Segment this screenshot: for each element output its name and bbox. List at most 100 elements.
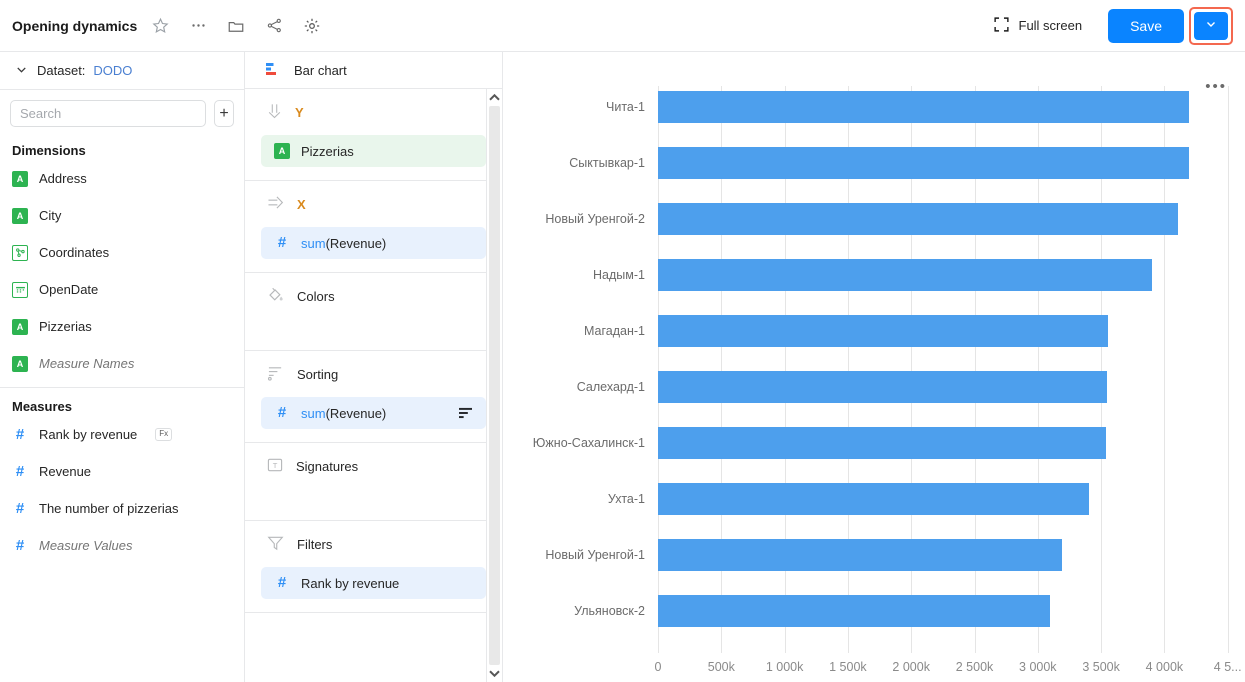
add-field-button[interactable]: + — [214, 100, 234, 127]
save-dropdown-button[interactable] — [1194, 11, 1228, 40]
section-title: Y — [295, 104, 304, 120]
number-field-icon: # — [277, 234, 287, 251]
y-axis-label: Новый Уренгой-2 — [545, 212, 645, 226]
sort-desc-icon[interactable] — [458, 407, 473, 420]
fullscreen-button[interactable]: Full screen — [983, 10, 1093, 42]
section-title: X — [297, 196, 306, 212]
bar[interactable] — [658, 427, 1107, 459]
field-label: Coordinates — [39, 245, 110, 260]
x-axis-tick-label: 4 5... — [1213, 660, 1242, 674]
x-axis-tick-label: 3 500k — [1082, 660, 1120, 674]
section-title: Signatures — [296, 458, 359, 474]
dataset-name[interactable]: DODO — [93, 63, 132, 78]
measure-item-rank-by-revenue[interactable]: # Rank by revenue Fx — [0, 416, 244, 453]
bar[interactable] — [658, 147, 1190, 179]
more-horizontal-icon[interactable] — [183, 11, 213, 41]
number-field-icon: # — [15, 462, 25, 480]
y-axis-label: Надым-1 — [593, 268, 645, 282]
section-signatures[interactable]: T Signatures — [245, 443, 502, 521]
measure-item-revenue[interactable]: # Revenue — [0, 453, 244, 490]
arrow-right-icon — [267, 195, 284, 213]
section-colors-header: Colors — [245, 285, 502, 307]
field-label: OpenDate — [39, 282, 99, 297]
bar-chart-icon — [265, 61, 281, 80]
x-axis-tick-label: 0 — [654, 660, 662, 674]
dimension-item-address[interactable]: A Address — [0, 160, 244, 197]
pill-label: Rank by revenue — [301, 575, 400, 591]
chart-type-selector[interactable]: Bar chart — [245, 52, 502, 89]
bar[interactable] — [658, 595, 1050, 627]
bar-chart-plot: Чита-1 Сыктывкар-1 Новый Уренгой-2 Надым-1 М… — [503, 52, 1245, 682]
number-field-icon: # — [15, 499, 25, 517]
fullscreen-label: Full screen — [1018, 18, 1083, 33]
chevron-down-icon — [14, 62, 29, 80]
dimension-item-city[interactable]: A City — [0, 197, 244, 234]
y-axis-label: Магадан-1 — [583, 324, 645, 338]
save-button[interactable]: Save — [1108, 8, 1184, 43]
folder-icon[interactable] — [221, 11, 251, 41]
bar[interactable] — [658, 203, 1179, 235]
dataset-sidebar: Dataset: DODO + Dimensions A Address A C… — [0, 52, 245, 682]
measures-heading: Measures — [12, 399, 72, 414]
dimension-item-coordinates[interactable]: Coordinates — [0, 234, 244, 271]
bar[interactable] — [658, 371, 1108, 403]
pill-label: (Revenue) — [325, 405, 387, 421]
y-axis-label: Южно-Сахалинск-1 — [532, 436, 645, 450]
chart-type-label: Bar chart — [294, 62, 347, 78]
field-pill-pizzerias[interactable]: A Pizzerias — [261, 135, 486, 167]
dimension-item-opendate[interactable]: OpenDate — [0, 271, 244, 308]
y-axis-label: Салехард-1 — [576, 380, 645, 394]
text-field-icon: A — [12, 318, 28, 335]
sort-icon — [267, 365, 284, 384]
bar[interactable] — [658, 91, 1190, 123]
scroll-up-icon[interactable] — [488, 89, 501, 106]
number-field-icon: # — [277, 574, 287, 591]
bar[interactable] — [658, 315, 1109, 347]
y-axis-label: Ульяновск-2 — [574, 604, 645, 618]
text-label-icon: T — [267, 457, 283, 476]
star-icon[interactable] — [145, 11, 175, 41]
search-input[interactable] — [10, 100, 206, 127]
bar[interactable] — [658, 483, 1090, 515]
measure-item-measure-values[interactable]: # Measure Values — [0, 527, 244, 564]
measure-item-number-of-pizzerias[interactable]: # The number of pizzerias — [0, 490, 244, 527]
field-pill-rank-by-revenue-filter[interactable]: # Rank by revenue — [261, 567, 486, 599]
scroll-down-icon[interactable] — [488, 665, 501, 682]
dataset-label: Dataset: — [37, 63, 86, 78]
dataset-selector[interactable]: Dataset: DODO — [0, 52, 244, 90]
dimension-item-pizzerias[interactable]: A Pizzerias — [0, 308, 244, 345]
save-dropdown-highlight — [1189, 6, 1233, 45]
measures-list: # Rank by revenue Fx # Revenue # The num… — [0, 416, 244, 564]
section-y-header: Y — [245, 101, 502, 123]
field-pill-sum-revenue-x[interactable]: # sum(Revenue) — [261, 227, 486, 259]
y-axis-label: Новый Уренгой-1 — [545, 548, 645, 562]
dimensions-list: A Address A City Coordinates OpenDate A … — [0, 160, 244, 382]
share-icon[interactable] — [259, 11, 289, 41]
section-sorting: Sorting # sum(Revenue) — [245, 351, 502, 443]
top-toolbar: Opening dynamics Full screen Save — [0, 0, 1245, 52]
section-filters-header: Filters — [245, 533, 502, 555]
gear-icon[interactable] — [297, 11, 327, 41]
bar[interactable] — [658, 539, 1062, 571]
scrollbar-thumb[interactable] — [489, 106, 500, 665]
pill-aggregation: sum — [301, 235, 326, 251]
pill-label: (Revenue) — [325, 235, 387, 251]
section-colors[interactable]: Colors — [245, 273, 502, 351]
settings-scroll-container: Y A Pizzerias X # sum(Revenue) Colors So… — [245, 89, 502, 682]
x-axis-tick-label: 4 000k — [1145, 660, 1184, 674]
settings-scrollbar[interactable] — [486, 89, 502, 682]
section-title: Sorting — [297, 366, 339, 382]
dimension-item-measure-names[interactable]: A Measure Names — [0, 345, 244, 382]
geo-field-icon — [12, 244, 28, 261]
topbar-right-group: Full screen Save — [983, 6, 1245, 45]
section-x-header: X — [245, 193, 502, 215]
section-x: X # sum(Revenue) — [245, 181, 502, 273]
number-field-icon: # — [277, 404, 287, 421]
section-title: Filters — [297, 536, 333, 552]
section-signatures-header: T Signatures — [245, 455, 502, 477]
x-axis-tick-label: 3 000k — [1019, 660, 1057, 674]
field-pill-sum-revenue-sorting[interactable]: # sum(Revenue) — [261, 397, 486, 429]
gridline — [1227, 86, 1229, 653]
bar[interactable] — [658, 259, 1152, 291]
fullscreen-icon — [993, 16, 1010, 36]
